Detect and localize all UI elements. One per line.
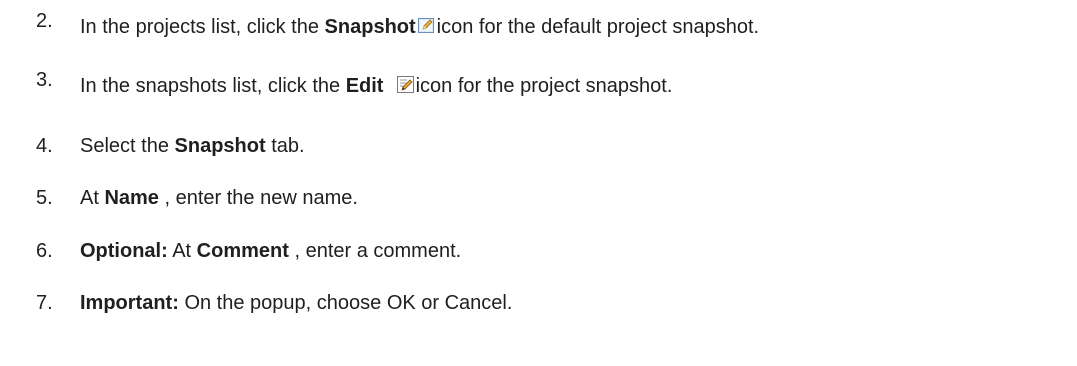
step-number: 6. [36,240,53,262]
step-qualifier: Optional: [80,240,168,262]
snapshot-icon [417,17,435,34]
step-text: Select the Snapshot tab. [80,135,305,157]
ui-term: Snapshot [174,135,266,157]
step-number: 4. [36,135,53,157]
step-number: 5. [36,187,53,209]
step-qualifier: Important: [80,292,179,314]
step-text: Important: On the popup, choose OK or Ca… [80,292,513,314]
step-text: At Name , enter the new name. [80,187,358,209]
ui-term: Name [104,187,159,209]
step-text: In the snapshots list, click the Edit ic… [80,75,673,97]
step-text: In the projects list, click the Snapshot… [80,16,760,38]
ui-term: Snapshot [324,16,416,38]
edit-icon [396,76,414,93]
step-number: 2. [36,10,53,32]
step-text: Optional: At Comment , enter a comment. [80,240,462,262]
ui-term: Edit [345,75,384,97]
ui-term: Comment [196,240,289,262]
step-number: 3. [36,69,53,91]
step-number: 7. [36,292,53,314]
